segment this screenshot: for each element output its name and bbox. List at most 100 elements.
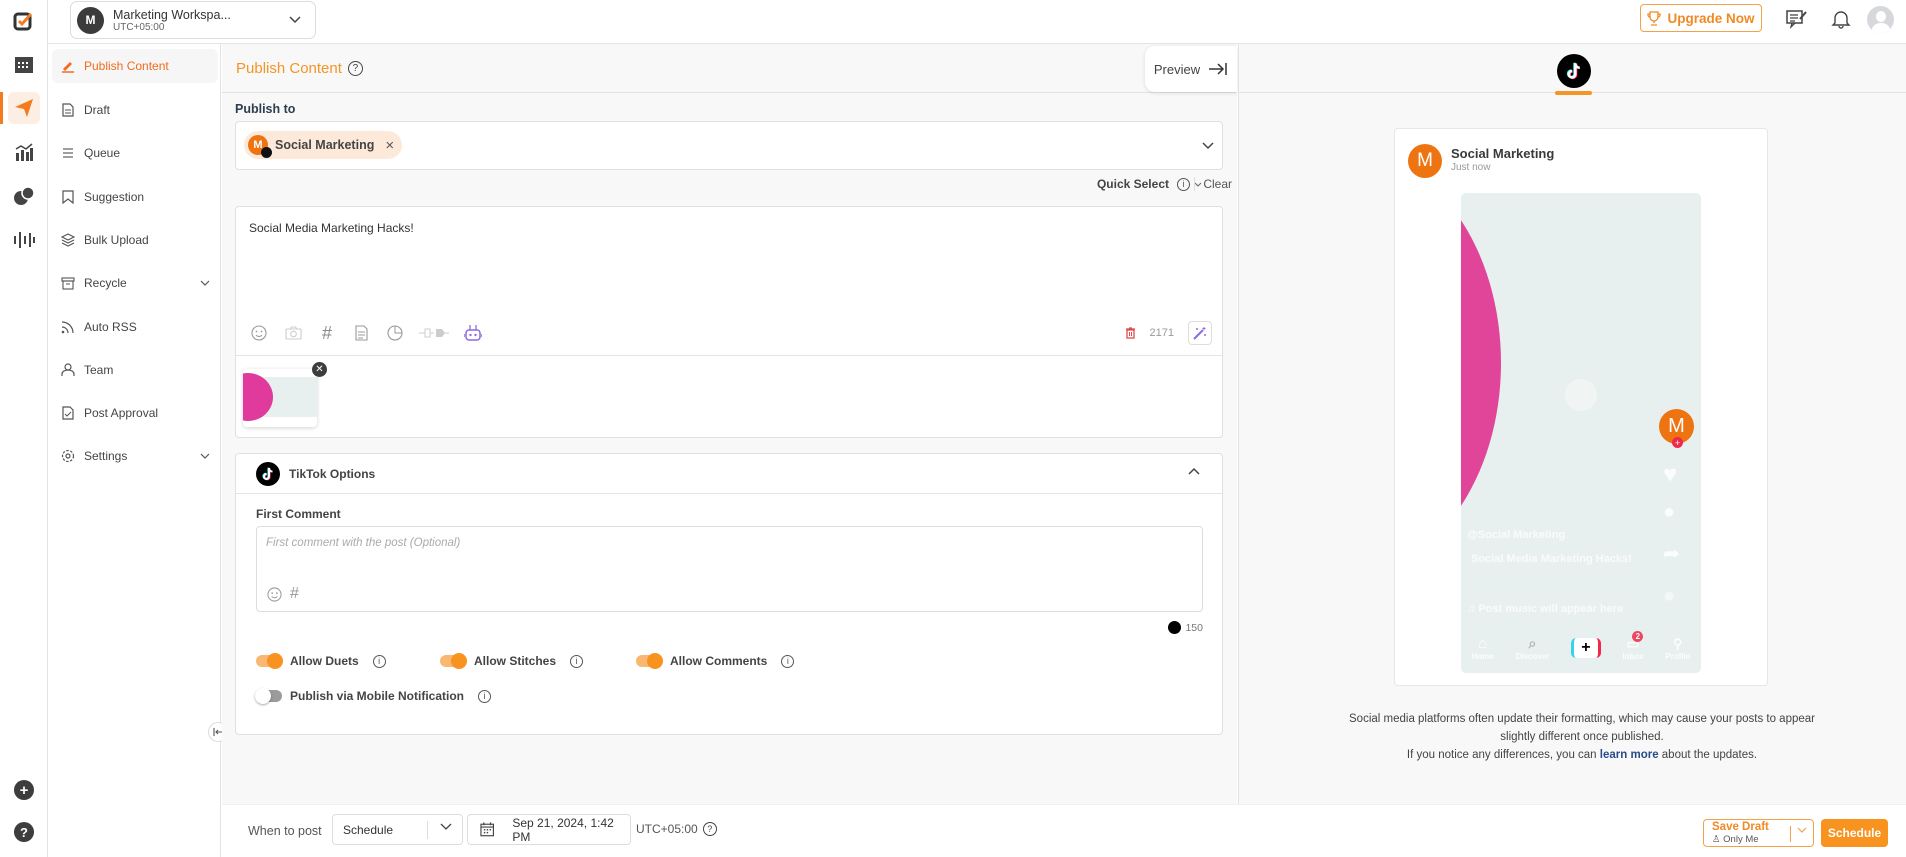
post-timing-select[interactable]: Schedule	[332, 814, 463, 845]
date-time-picker[interactable]: Sep 21, 2024, 1:42 PM	[467, 814, 631, 845]
notification-bell-icon[interactable]	[1831, 9, 1851, 34]
page-title-text: Publish Content	[236, 60, 342, 77]
play-icon[interactable]	[1565, 379, 1597, 411]
workspace-selector[interactable]: M Marketing Workspa... UTC+05:00	[70, 1, 316, 39]
chevron-down-icon	[200, 280, 210, 286]
sidebar-item-team[interactable]: Team	[52, 353, 218, 387]
sidebar-item-settings[interactable]: Settings	[52, 439, 218, 473]
chevron-up-icon[interactable]	[1188, 467, 1200, 475]
ai-robot-icon[interactable]	[463, 323, 483, 343]
sidebar-item-recycle[interactable]: Recycle	[52, 266, 218, 300]
add-circle-icon[interactable]: +	[8, 774, 40, 806]
toggle-publish-via-mobile-notification[interactable]: Publish via Mobile Notification i	[255, 688, 492, 704]
info-icon[interactable]: i	[570, 654, 584, 668]
hashtag-icon[interactable]: #	[290, 586, 299, 602]
magic-wand-button[interactable]	[1188, 321, 1212, 345]
disclaimer-text: If you notice any differences, you can	[1406, 749, 1600, 761]
app-rail: + ?	[0, 0, 48, 857]
user-avatar[interactable]	[1867, 6, 1894, 33]
tab-tiktok[interactable]	[1557, 54, 1591, 88]
hashtag-icon[interactable]: #	[317, 323, 337, 343]
trash-icon[interactable]	[1125, 327, 1136, 339]
save-draft-button[interactable]: Save Draft ♙ Only Me	[1703, 819, 1814, 847]
toggle-allow-stitches[interactable]: Allow Stitches i	[440, 653, 584, 669]
first-comment-input[interactable]: First comment with the post (Optional) #	[256, 526, 1203, 612]
media-thumbnail[interactable]	[243, 369, 317, 427]
tiktok-options-title: TikTok Options	[289, 466, 376, 481]
toggle-switch[interactable]	[636, 653, 663, 669]
feedback-icon[interactable]	[1786, 9, 1808, 34]
help-question-icon[interactable]: ?	[347, 61, 363, 76]
compose-panel: Publish Content ? Preview Publish to M S…	[222, 44, 1237, 804]
tiktok-options-header[interactable]: TikTok Options	[236, 454, 1222, 494]
share-icon: ➦	[1663, 543, 1680, 565]
remove-account-icon[interactable]: ×	[385, 137, 394, 154]
bookmark-icon	[60, 189, 76, 205]
listening-wave-icon[interactable]	[8, 224, 40, 256]
sidebar-item-queue[interactable]: Queue	[52, 136, 218, 170]
sidebar-item-label: Post Approval	[84, 406, 159, 420]
sidebar-item-auto-rss[interactable]: Auto RSS	[52, 310, 218, 344]
chevron-down-icon[interactable]	[1797, 827, 1807, 834]
save-draft-visibility: ♙ Only Me	[1712, 834, 1813, 845]
chevron-down-icon[interactable]	[1202, 142, 1214, 150]
toggle-allow-comments[interactable]: Allow Comments i	[636, 653, 795, 669]
home-icon: ⌂	[1478, 635, 1488, 652]
sidebar-item-suggestion[interactable]: Suggestion	[52, 180, 218, 214]
toggle-switch[interactable]	[256, 653, 283, 669]
profile-icon: ⚲	[1672, 635, 1683, 651]
help-question-icon[interactable]: ?	[702, 822, 717, 836]
nav-label: Profile	[1665, 651, 1691, 661]
archive-icon	[60, 275, 76, 291]
trophy-icon	[1647, 10, 1662, 26]
document-icon[interactable]	[351, 323, 371, 343]
quick-select-dropdown[interactable]: Quick Select i	[1097, 177, 1202, 191]
app-logo-icon[interactable]	[8, 5, 40, 37]
help-circle-icon[interactable]: ?	[8, 816, 40, 848]
sidebar-item-label: Draft	[84, 103, 111, 117]
learn-more-link[interactable]: learn more	[1600, 749, 1659, 761]
when-to-post-label: When to post	[248, 824, 322, 838]
info-icon[interactable]: i	[478, 689, 492, 703]
sidebar-item-label: Team	[84, 363, 114, 377]
sidebar-item-bulk-upload[interactable]: Bulk Upload	[52, 223, 218, 257]
engage-chat-icon[interactable]	[8, 180, 40, 212]
document-icon	[60, 102, 76, 118]
sidebar-item-publish-content[interactable]: Publish Content	[52, 49, 218, 83]
tiktok-logo-icon	[256, 461, 280, 486]
page-title: Publish Content ?	[236, 60, 363, 77]
info-icon: i	[1177, 177, 1190, 191]
heart-icon: ♥	[1663, 461, 1678, 488]
sidebar-item-post-approval[interactable]: Post Approval	[52, 396, 218, 430]
toggle-allow-duets[interactable]: Allow Duets i	[256, 653, 386, 669]
toggle-switch[interactable]	[255, 688, 282, 704]
info-icon[interactable]: i	[372, 654, 386, 668]
analytics-icon[interactable]	[8, 136, 40, 168]
preview-account-avatar: M	[1408, 144, 1442, 178]
pie-chart-icon[interactable]	[385, 323, 405, 343]
sidebar-item-draft[interactable]: Draft	[52, 93, 218, 127]
toggle-switch[interactable]	[440, 653, 467, 669]
emoji-icon[interactable]	[249, 323, 269, 343]
upgrade-now-button[interactable]: Upgrade Now	[1640, 4, 1762, 32]
sidebar-item-label: Publish Content	[84, 59, 169, 73]
info-icon[interactable]: i	[781, 654, 795, 668]
schedule-button[interactable]: Schedule	[1821, 819, 1888, 847]
tiktok-small-icon	[1168, 621, 1182, 634]
calendar-icon[interactable]	[8, 48, 40, 80]
camera-icon[interactable]	[283, 323, 303, 343]
account-selector[interactable]: M Social Marketing ×	[235, 121, 1223, 170]
publish-to-label: Publish to	[235, 102, 296, 116]
preview-toggle-button[interactable]: Preview	[1145, 46, 1237, 92]
emoji-icon[interactable]	[267, 587, 282, 602]
sidebar-item-label: Queue	[84, 146, 121, 160]
post-text-input[interactable]: Social Media Marketing Hacks!	[249, 221, 414, 235]
remove-media-button[interactable]: ✕	[312, 362, 327, 377]
tiktok-phone-mockup: M + ♥ ● ➦ ● @Social Marketing Social Med…	[1461, 193, 1701, 673]
publish-send-icon[interactable]	[8, 92, 40, 124]
file-check-icon	[60, 405, 76, 421]
sidebar: Publish Content Draft Queue Suggestion B…	[48, 44, 221, 857]
clear-button[interactable]: Clear	[1194, 177, 1232, 191]
chevron-down-icon	[289, 16, 301, 24]
plug-icon[interactable]	[419, 323, 449, 343]
